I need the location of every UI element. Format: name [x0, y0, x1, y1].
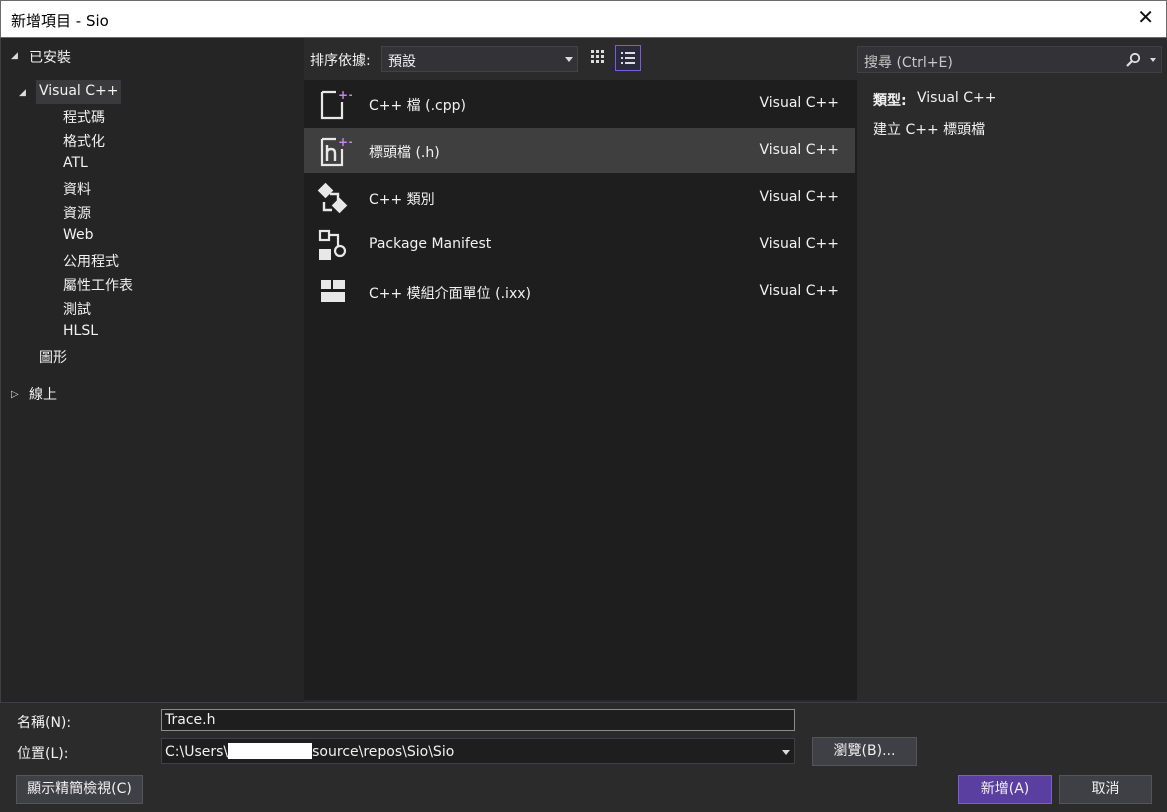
- cancel-button[interactable]: 取消: [1059, 775, 1152, 804]
- sort-label: 排序依據:: [310, 53, 371, 69]
- template-language: Visual C++: [759, 283, 839, 299]
- bottom-panel: 名稱(N): 位置(L): C:\Users\ source\repos\Sio\…: [0, 702, 1167, 812]
- tree-item-web[interactable]: Web: [63, 227, 94, 243]
- cpp-class-icon: [317, 182, 348, 214]
- header-file-icon: ++: [320, 135, 352, 167]
- template-item-cpp-class[interactable]: C++ 類別 Visual C++: [304, 175, 855, 220]
- collapse-installed-icon[interactable]: ◢: [11, 51, 18, 61]
- template-name: 標頭檔 (.h): [369, 145, 440, 161]
- tree-item-hlsl[interactable]: HLSL: [63, 323, 98, 339]
- template-item-module-interface[interactable]: C++ 模組介面單位 (.ixx) Visual C++: [304, 269, 855, 314]
- search-placeholder: 搜尋 (Ctrl+E): [864, 55, 953, 71]
- location-field[interactable]: C:\Users\ source\repos\Sio\Sio: [161, 738, 795, 764]
- browse-button[interactable]: 瀏覽(B)...: [812, 737, 917, 766]
- name-field[interactable]: [161, 709, 795, 731]
- type-value: Visual C++: [917, 90, 997, 106]
- chevron-down-icon[interactable]: [782, 750, 790, 755]
- close-icon[interactable]: ✕: [1137, 7, 1154, 27]
- tree-item-formatting[interactable]: 格式化: [63, 131, 105, 151]
- search-options-chevron-icon[interactable]: [1150, 58, 1156, 62]
- template-item-package-manifest[interactable]: Package Manifest Visual C++: [304, 222, 855, 267]
- sort-dropdown[interactable]: 預設: [381, 46, 578, 72]
- add-button[interactable]: 新增(A): [958, 775, 1052, 804]
- tree-item-test[interactable]: 測試: [63, 299, 91, 319]
- location-prefix: C:\Users\: [165, 744, 229, 760]
- details-pane: 類型: Visual C++ 建立 C++ 標頭檔: [857, 80, 1167, 700]
- window-title: 新增項目 - Sio: [11, 12, 109, 30]
- search-box[interactable]: 搜尋 (Ctrl+E): [857, 46, 1162, 73]
- tree-item-code[interactable]: 程式碼: [63, 107, 105, 127]
- redacted-username: [228, 743, 313, 759]
- template-category-tree: ◢ 已安裝 ◢ Visual C++ 程式碼 格式化 ATL 資料 資源 Web…: [0, 38, 304, 702]
- grid-view-icon: [591, 50, 604, 63]
- template-list: ++ C++ 檔 (.cpp) Visual C++ ++ 標頭檔 (.h) V…: [304, 80, 857, 700]
- tree-item-atl[interactable]: ATL: [63, 155, 88, 171]
- template-language: Visual C++: [759, 189, 839, 205]
- list-view-icon: [621, 52, 635, 64]
- module-interface-icon: [321, 280, 345, 302]
- template-item-cpp-file[interactable]: ++ C++ 檔 (.cpp) Visual C++: [304, 81, 855, 126]
- name-label: 名稱(N):: [17, 715, 72, 731]
- template-name: C++ 檔 (.cpp): [369, 98, 466, 114]
- title-bar: 新增項目 - Sio ✕: [0, 0, 1167, 38]
- location-label: 位置(L):: [17, 746, 69, 762]
- template-description: 建立 C++ 標頭檔: [873, 122, 986, 138]
- tree-item-visual-cpp[interactable]: Visual C++: [39, 83, 118, 99]
- collapse-visual-cpp-icon[interactable]: ◢: [19, 88, 26, 98]
- package-manifest-icon: [318, 229, 347, 260]
- template-language: Visual C++: [759, 95, 839, 111]
- template-name: Package Manifest: [369, 236, 492, 252]
- tree-item-installed[interactable]: 已安裝: [29, 47, 71, 67]
- cpp-file-icon: ++: [320, 88, 352, 120]
- location-suffix: source\repos\Sio\Sio: [312, 744, 455, 760]
- list-view-button[interactable]: [615, 45, 641, 71]
- tree-item-utility[interactable]: 公用程式: [63, 251, 119, 271]
- template-item-header-file[interactable]: ++ 標頭檔 (.h) Visual C++: [304, 128, 855, 173]
- svg-text:++: ++: [338, 135, 352, 149]
- svg-text:++: ++: [338, 88, 352, 102]
- chevron-down-icon: [565, 57, 573, 62]
- expand-online-icon[interactable]: ▷: [11, 389, 19, 400]
- tree-item-resource[interactable]: 資源: [63, 203, 91, 223]
- search-icon[interactable]: [1125, 52, 1141, 68]
- template-name: C++ 類別: [369, 192, 435, 208]
- compact-view-button[interactable]: 顯示精簡檢視(C): [16, 775, 143, 804]
- template-language: Visual C++: [759, 142, 839, 158]
- tree-item-data[interactable]: 資料: [63, 179, 91, 199]
- type-label: 類型:: [873, 93, 907, 109]
- grid-view-button[interactable]: [586, 45, 612, 71]
- tree-item-online[interactable]: 線上: [29, 384, 57, 404]
- sort-value: 預設: [388, 54, 416, 70]
- template-language: Visual C++: [759, 236, 839, 252]
- tree-item-property-sheets[interactable]: 屬性工作表: [63, 275, 133, 295]
- template-name: C++ 模組介面單位 (.ixx): [369, 286, 531, 302]
- tree-item-graphics[interactable]: 圖形: [39, 347, 67, 367]
